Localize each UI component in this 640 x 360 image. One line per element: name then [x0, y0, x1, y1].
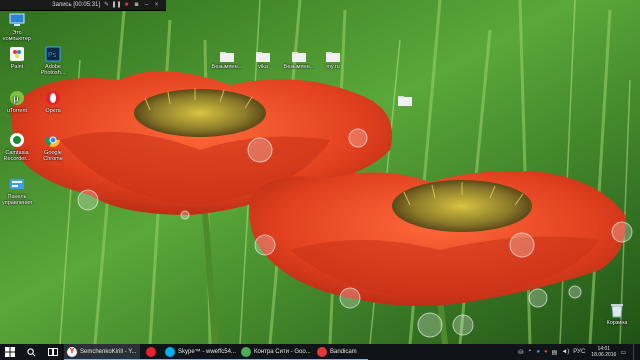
clock[interactable]: 14:01 18.06.2016	[591, 346, 616, 358]
taskbar-app-chrome[interactable]: Контра Сити - Goo...	[238, 344, 314, 360]
recording-toolbar[interactable]: Запись [00:05:31] ✎ ❚❚ ■ ◙ – ×	[0, 0, 166, 11]
chevron-up-icon[interactable]: ⌃	[527, 349, 532, 356]
desktop-icon-label: Корзина	[606, 320, 628, 326]
system-tray: ⛁ ⌃ ● ● ▤ ◄) РУС 14:01 18.06.2016 ▭	[518, 344, 640, 360]
desktop-icon-utorrent[interactable]: µ uTorrent	[2, 90, 32, 114]
stop-icon[interactable]: ■	[123, 2, 130, 9]
desktop-icon-label: Camtasia Recorder...	[3, 150, 31, 162]
notifications-icon[interactable]: ▭	[620, 349, 626, 356]
task-view-icon	[48, 348, 58, 356]
clock-date: 18.06.2016	[591, 352, 617, 358]
desktop-icon-label: Adobe Photosh...	[40, 64, 66, 76]
desktop-icon-label: Панель управления	[2, 194, 32, 206]
task-view-button[interactable]	[42, 344, 64, 360]
desktop-folder-4[interactable]: my.ru	[318, 52, 348, 70]
folder-icon	[292, 52, 306, 62]
paint-icon	[10, 47, 24, 61]
taskbar-app-label: SemchenkoKirill - Y...	[80, 348, 137, 355]
bandicam-icon	[317, 346, 327, 357]
close-icon[interactable]: ×	[153, 2, 160, 9]
desktop-icon-camtasia[interactable]: Camtasia Recorder...	[2, 132, 32, 162]
folder-label: Безымянн...	[211, 64, 243, 70]
camtasia-icon	[10, 133, 24, 147]
network-icon[interactable]: ▤	[552, 349, 558, 356]
desktop-icon-label: Opera	[45, 108, 61, 114]
windows-logo-icon	[5, 347, 15, 357]
chrome-icon	[241, 346, 251, 357]
folder-label: vika	[258, 64, 268, 70]
desktop-icon-paint[interactable]: Paint	[2, 46, 32, 70]
svg-text:µ: µ	[14, 94, 19, 104]
desktop-icon-label: uTorrent	[6, 108, 28, 114]
desktop-icon-chrome[interactable]: Google Chrome	[38, 132, 68, 162]
folder-label: Безымянн...	[283, 64, 315, 70]
taskbar-app-label: Bandicam	[330, 348, 357, 355]
computer-icon	[9, 13, 25, 26]
language-indicator[interactable]: РУС	[573, 349, 585, 355]
search-button[interactable]	[20, 344, 42, 360]
desktop-icon-recycle-bin[interactable]: Корзина	[602, 302, 632, 326]
folder-icon	[398, 96, 412, 106]
photoshop-icon: Ps	[45, 46, 61, 62]
opera-icon	[46, 91, 60, 105]
desktop-icon-photoshop[interactable]: Ps Adobe Photosh...	[38, 46, 68, 76]
taskbar: Y SemchenkoKirill - Y... Skype™ - wweffc…	[0, 344, 640, 360]
desktop-folder-2[interactable]: vika	[248, 52, 278, 70]
pause-icon[interactable]: ❚❚	[112, 2, 122, 9]
taskbar-app-skype[interactable]: Skype™ - wweffc54...	[162, 344, 238, 360]
desktop-icon-label: Google Chrome	[43, 150, 63, 162]
opera-icon	[146, 346, 156, 357]
desktop-folder-5[interactable]	[390, 96, 420, 108]
folder-label: my.ru	[326, 64, 340, 70]
desktop-icon-label: Это компьютер	[3, 30, 31, 42]
desktop-folder-3[interactable]: Безымянн...	[284, 52, 314, 70]
recycle-bin-icon	[611, 304, 623, 318]
folder-icon	[256, 52, 270, 62]
svg-text:Ps: Ps	[48, 52, 57, 59]
taskbar-app-yandex-browser[interactable]: Y SemchenkoKirill - Y...	[64, 344, 140, 360]
people-icon[interactable]: ⛁	[518, 349, 523, 356]
taskbar-app-label: Контра Сити - Goo...	[254, 348, 311, 355]
start-button[interactable]	[0, 344, 20, 360]
desktop-icon-label: Paint	[10, 64, 24, 70]
volume-icon[interactable]: ◄)	[561, 349, 569, 355]
search-icon	[26, 347, 35, 356]
desktop-icon-computer[interactable]: Это компьютер	[2, 12, 32, 42]
desktop-icon-control-panel[interactable]: Панель управления	[2, 176, 32, 206]
bandicam-tray-icon[interactable]: ●	[544, 349, 548, 355]
taskbar-app-bandicam[interactable]: Bandicam	[314, 344, 368, 360]
taskbar-app-opera[interactable]	[140, 344, 162, 360]
minimize-icon[interactable]: –	[143, 2, 150, 9]
skype-icon	[165, 346, 175, 357]
taskbar-app-label: Skype™ - wweffc54...	[178, 348, 236, 355]
skype-tray-icon[interactable]: ●	[536, 349, 540, 355]
pencil-icon[interactable]: ✎	[103, 2, 110, 9]
camera-icon[interactable]: ◙	[133, 2, 140, 9]
yandex-browser-icon: Y	[67, 346, 77, 357]
desktop-folder-1[interactable]: Безымянн...	[212, 52, 242, 70]
chrome-icon	[45, 133, 60, 147]
control-panel-icon	[10, 179, 24, 189]
recording-timer-label: Запись [00:05:31]	[52, 2, 101, 8]
desktop-icon-opera[interactable]: Opera	[38, 90, 68, 114]
folder-icon	[326, 52, 340, 62]
show-desktop-button[interactable]	[633, 344, 637, 360]
utorrent-icon: µ	[10, 91, 24, 105]
folder-icon	[220, 52, 234, 62]
